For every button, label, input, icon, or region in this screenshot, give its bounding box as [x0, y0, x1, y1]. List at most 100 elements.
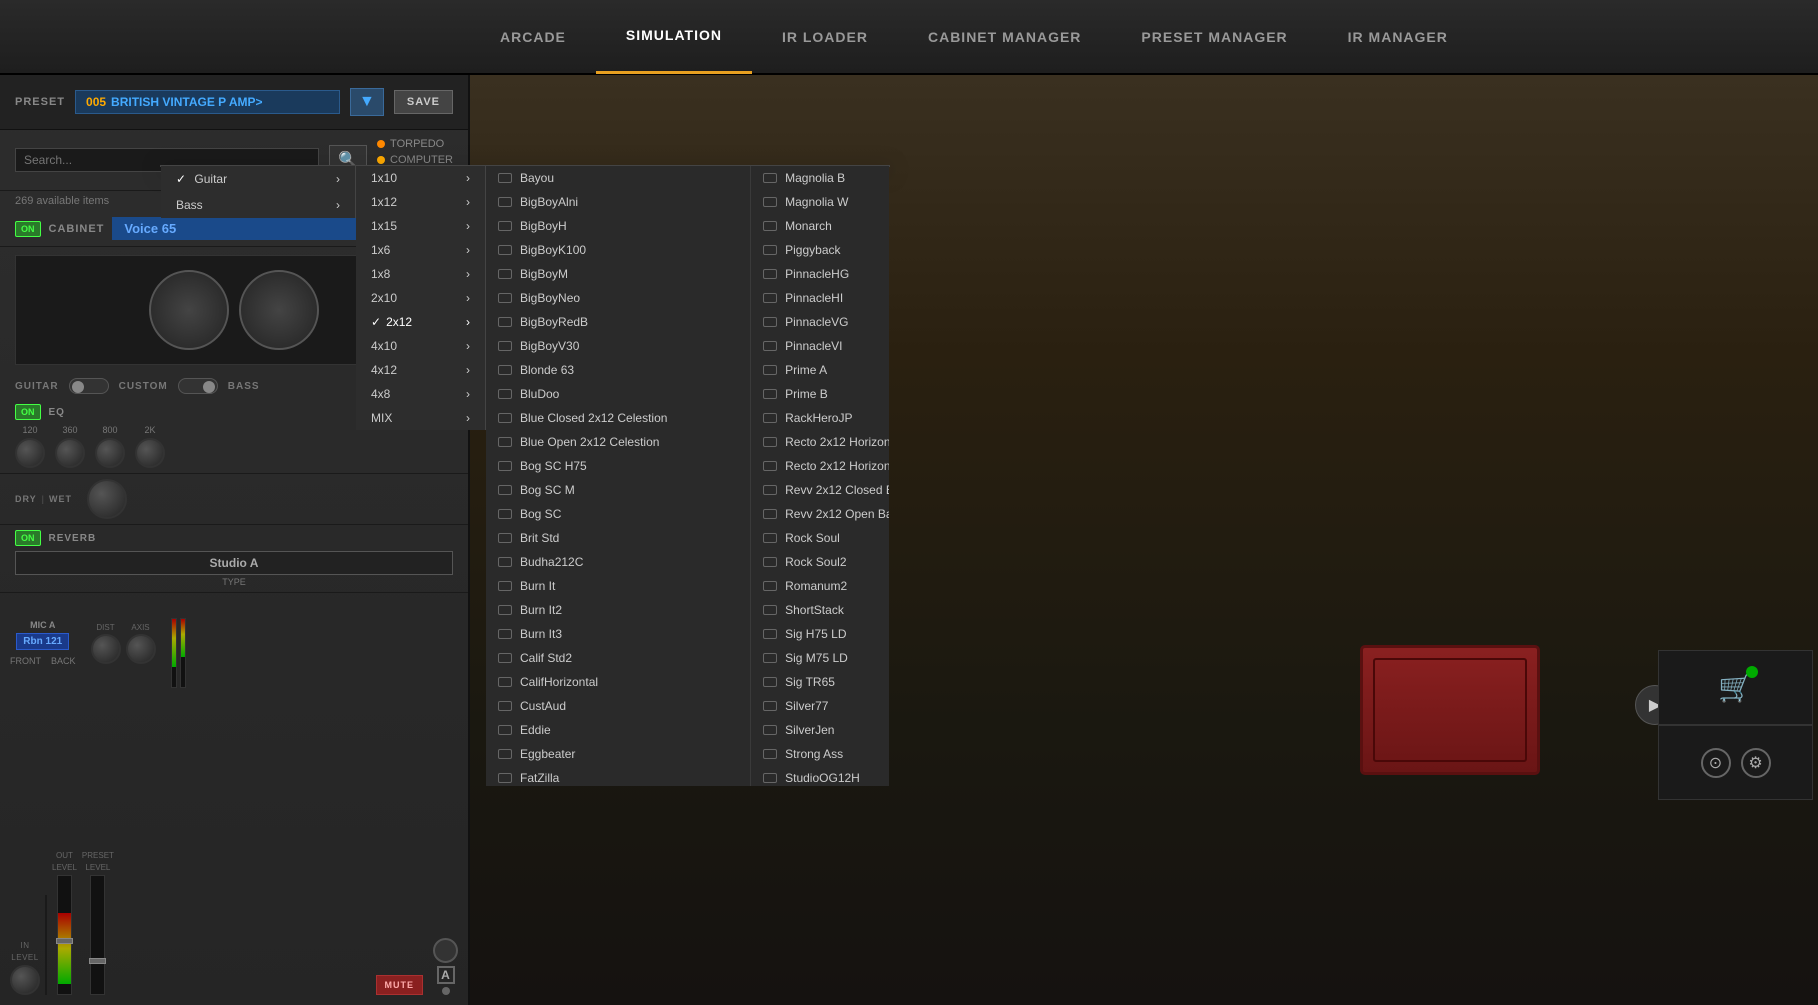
cab-item[interactable]: StudioOG12H — [751, 766, 889, 786]
cab-icon — [763, 581, 777, 591]
cab-item[interactable]: PinnacleHI — [751, 286, 889, 310]
cab-item[interactable]: Burn It — [486, 574, 750, 598]
cab-item[interactable]: Revv 2x12 Closed Back V1 — [751, 478, 889, 502]
cab-item[interactable]: Bog SC — [486, 502, 750, 526]
cab-item[interactable]: Sig M75 LD — [751, 646, 889, 670]
cab-item[interactable]: BluDoo — [486, 382, 750, 406]
in-level-label: IN — [21, 941, 30, 950]
size-mix[interactable]: MIX› — [356, 406, 485, 430]
cab-item[interactable]: BigBoyH — [486, 214, 750, 238]
torpedo-source[interactable]: TORPEDO — [377, 138, 453, 150]
record-icon[interactable]: ⊙ — [1701, 748, 1731, 778]
cab-item[interactable]: Romanum2 — [751, 574, 889, 598]
cab-item[interactable]: Burn It2 — [486, 598, 750, 622]
cab-item[interactable]: Silver77 — [751, 694, 889, 718]
cab-item[interactable]: Piggyback — [751, 238, 889, 262]
size-1x10[interactable]: 1x10› — [356, 166, 485, 190]
size-4x10[interactable]: 4x10› — [356, 334, 485, 358]
mic-distance-knob[interactable] — [91, 634, 121, 664]
nav-ir-manager[interactable]: IR MANAGER — [1318, 0, 1478, 74]
cab-item[interactable]: Recto 2x12 Horizontal - WTE — [751, 454, 889, 478]
size-4x8[interactable]: 4x8› — [356, 382, 485, 406]
in-level-knob[interactable] — [10, 965, 40, 995]
cab-item[interactable]: FatZilla — [486, 766, 750, 786]
size-2x12[interactable]: ✓2x12› — [356, 310, 485, 334]
cab-item[interactable]: Eggbeater — [486, 742, 750, 766]
cab-item[interactable]: Eddie — [486, 718, 750, 742]
save-button[interactable]: SAVE — [394, 90, 453, 114]
cab-item[interactable]: Brit Std — [486, 526, 750, 550]
size-1x6[interactable]: 1x6› — [356, 238, 485, 262]
cab-item[interactable]: PinnacleHG — [751, 262, 889, 286]
nav-cabinet-manager[interactable]: CABINET MANAGER — [898, 0, 1111, 74]
cab-item[interactable]: Budha212C — [486, 550, 750, 574]
size-1x12[interactable]: 1x12› — [356, 190, 485, 214]
cab-item[interactable]: RackHeroJP — [751, 406, 889, 430]
eq-label: EQ — [49, 407, 65, 418]
cab-item[interactable]: Sig H75 LD — [751, 622, 889, 646]
settings-icon[interactable]: ⚙ — [1741, 748, 1771, 778]
guitar-menu-item[interactable]: ✓ Guitar › — [161, 166, 355, 192]
dry-wet-knob[interactable] — [87, 479, 127, 519]
nav-simulation[interactable]: SIMULATION — [596, 0, 752, 74]
cab-item[interactable]: Revv 2x12 Open Back V1 — [751, 502, 889, 526]
eq-on-badge[interactable]: ON — [15, 404, 41, 420]
cab-item[interactable]: PinnacleVI — [751, 334, 889, 358]
bass-menu-item[interactable]: Bass › — [161, 192, 355, 218]
cab-item[interactable]: Blue Open 2x12 Celestion — [486, 430, 750, 454]
nav-arcade[interactable]: ARCADE — [470, 0, 596, 74]
eq-knob-800[interactable] — [95, 438, 125, 468]
cabinet-on-badge[interactable]: ON — [15, 221, 41, 237]
a-knob[interactable] — [433, 938, 458, 963]
cab-item[interactable]: Monarch — [751, 214, 889, 238]
cab-item[interactable]: Magnolia W — [751, 190, 889, 214]
cab-item-label: Prime A — [785, 363, 827, 377]
cab-item[interactable]: Bog SC M — [486, 478, 750, 502]
mic-axis-knob[interactable] — [126, 634, 156, 664]
size-2x10[interactable]: 2x10› — [356, 286, 485, 310]
cab-item[interactable]: Bog SC H75 — [486, 454, 750, 478]
cab-item-label: Burn It3 — [520, 627, 562, 641]
cab-item-label: BigBoyAlni — [520, 195, 578, 209]
cab-item[interactable]: Blonde 63 — [486, 358, 750, 382]
cab-item[interactable]: Sig TR65 — [751, 670, 889, 694]
reverb-on-badge[interactable]: ON — [15, 530, 41, 546]
cab-item[interactable]: ShortStack — [751, 598, 889, 622]
preset-arrow-btn[interactable]: ▼ — [350, 88, 384, 116]
eq-knob-120[interactable] — [15, 438, 45, 468]
nav-ir-loader[interactable]: IR LOADER — [752, 0, 898, 74]
cab-item[interactable]: Blue Closed 2x12 Celestion — [486, 406, 750, 430]
cab-item-label: Magnolia W — [785, 195, 848, 209]
cab-item[interactable]: Rock Soul — [751, 526, 889, 550]
cab-item[interactable]: Burn It3 — [486, 622, 750, 646]
eq-knob-360[interactable] — [55, 438, 85, 468]
cab-item[interactable]: BigBoyV30 — [486, 334, 750, 358]
cab-item[interactable]: Magnolia B — [751, 166, 889, 190]
cab-item[interactable]: BigBoyM — [486, 262, 750, 286]
cab-item[interactable]: CustAud — [486, 694, 750, 718]
cab-item[interactable]: PinnacleVG — [751, 310, 889, 334]
cab-item[interactable]: BigBoyNeo — [486, 286, 750, 310]
size-4x12[interactable]: 4x12› — [356, 358, 485, 382]
nav-preset-manager[interactable]: PRESET MANAGER — [1111, 0, 1317, 74]
cab-item[interactable]: BigBoyRedB — [486, 310, 750, 334]
cab-item[interactable]: Strong Ass — [751, 742, 889, 766]
cab-item[interactable]: SilverJen — [751, 718, 889, 742]
cab-icon — [763, 533, 777, 543]
cab-item[interactable]: Recto 2x12 Horizontal - SLE — [751, 430, 889, 454]
cab-item[interactable]: Bayou — [486, 166, 750, 190]
cab-item[interactable]: CalifHorizontal — [486, 670, 750, 694]
cab-item-label: PinnacleVI — [785, 339, 842, 353]
cab-item-label: Strong Ass — [785, 747, 843, 761]
cab-item[interactable]: BigBoyAlni — [486, 190, 750, 214]
cab-item[interactable]: Rock Soul2 — [751, 550, 889, 574]
cab-item[interactable]: Calif Std2 — [486, 646, 750, 670]
cab-item[interactable]: Prime B — [751, 382, 889, 406]
torpedo-label: TORPEDO — [390, 138, 444, 150]
cab-item[interactable]: Prime A — [751, 358, 889, 382]
mute-button[interactable]: MUTE — [376, 975, 424, 995]
cab-item[interactable]: BigBoyK100 — [486, 238, 750, 262]
eq-knob-2k[interactable] — [135, 438, 165, 468]
size-1x8[interactable]: 1x8› — [356, 262, 485, 286]
size-1x15[interactable]: 1x15› — [356, 214, 485, 238]
